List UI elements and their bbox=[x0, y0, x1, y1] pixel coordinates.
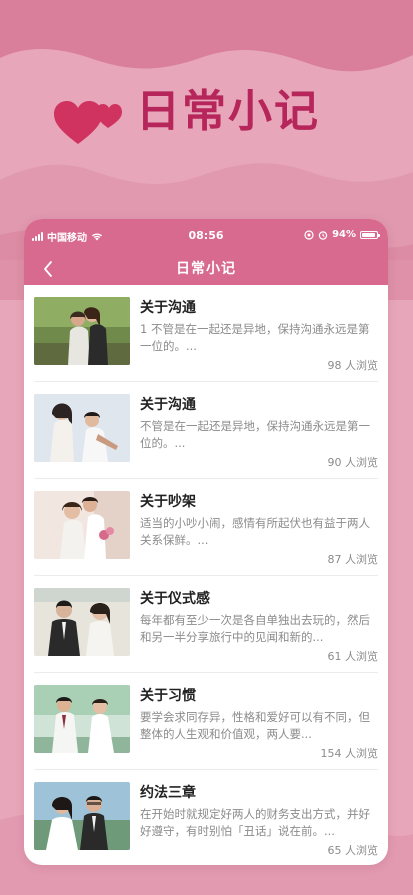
article-item[interactable]: 关于沟通 1 不管是在一起还是异地，保持沟通永远是第一位的。... 98 人浏览 bbox=[24, 285, 388, 382]
article-thumbnail bbox=[34, 297, 130, 365]
article-item[interactable]: 关于习惯 要学会求同存异，性格和爱好可以有不同，但整体的人生观和价值观，两人要.… bbox=[24, 673, 388, 770]
nav-bar: 日常小记 bbox=[24, 255, 388, 283]
article-views: 61 人浏览 bbox=[327, 650, 379, 663]
article-title: 关于吵架 bbox=[140, 494, 196, 510]
article-views: 98 人浏览 bbox=[327, 359, 379, 372]
article-item[interactable]: 约法三章 在开始时就规定好两人的财务支出方式，并好好遵守，有时别怕「丑话」说在前… bbox=[24, 770, 388, 865]
article-title: 关于习惯 bbox=[140, 688, 196, 704]
article-description: 在开始时就规定好两人的财务支出方式，并好好遵守，有时别怕「丑话」说在前。... bbox=[140, 807, 370, 838]
location-lock-icon bbox=[304, 229, 314, 240]
article-views: 90 人浏览 bbox=[327, 456, 379, 469]
hero-title: 日常小记 bbox=[136, 86, 320, 137]
phone-screen: 中国移动 08:56 94% 日常小记 关于沟通 1 不管是在一起还是异地，保持… bbox=[24, 219, 388, 865]
article-title: 关于沟通 bbox=[140, 300, 196, 316]
status-bar: 中国移动 08:56 94% bbox=[24, 219, 388, 244]
article-description: 每年都有至少一次是各自单独出去玩的，然后和另一半分享旅行中的见闻和新的... bbox=[140, 613, 370, 644]
article-thumbnail bbox=[34, 685, 130, 753]
article-thumbnail bbox=[34, 394, 130, 462]
article-thumbnail bbox=[34, 782, 130, 850]
hero-banner: 日常小记 bbox=[0, 0, 413, 210]
top-bar: 中国移动 08:56 94% 日常小记 bbox=[24, 219, 388, 285]
article-title: 关于沟通 bbox=[140, 397, 196, 413]
article-item[interactable]: 关于吵架 适当的小吵小闹，感情有所起伏也有益于两人关系保鲜。... 87 人浏览 bbox=[24, 479, 388, 576]
article-views: 65 人浏览 bbox=[327, 844, 379, 857]
alarm-icon bbox=[318, 230, 328, 240]
article-list: 关于沟通 1 不管是在一起还是异地，保持沟通永远是第一位的。... 98 人浏览 bbox=[24, 285, 388, 865]
article-item[interactable]: 关于仪式感 每年都有至少一次是各自单独出去玩的，然后和另一半分享旅行中的见闻和新… bbox=[24, 576, 388, 673]
article-title: 约法三章 bbox=[140, 785, 196, 801]
hearts-icon bbox=[54, 101, 122, 144]
article-description: 不管是在一起还是异地，保持沟通永远是第一位的。... bbox=[140, 419, 370, 450]
article-description: 1 不管是在一起还是异地，保持沟通永远是第一位的。... bbox=[140, 322, 370, 353]
article-description: 适当的小吵小闹，感情有所起伏也有益于两人关系保鲜。... bbox=[140, 516, 370, 547]
article-thumbnail bbox=[34, 491, 130, 559]
nav-title: 日常小记 bbox=[176, 261, 236, 277]
status-right: 94% bbox=[304, 229, 380, 240]
battery-percent: 94% bbox=[332, 229, 356, 240]
battery-icon bbox=[360, 230, 380, 239]
article-description: 要学会求同存异，性格和爱好可以有不同，但整体的人生观和价值观，两人要... bbox=[140, 710, 370, 741]
article-title: 关于仪式感 bbox=[140, 591, 210, 607]
article-thumbnail bbox=[34, 588, 130, 656]
article-views: 154 人浏览 bbox=[320, 747, 379, 760]
article-item[interactable]: 关于沟通 不管是在一起还是异地，保持沟通永远是第一位的。... 90 人浏览 bbox=[24, 382, 388, 479]
article-views: 87 人浏览 bbox=[327, 553, 379, 566]
